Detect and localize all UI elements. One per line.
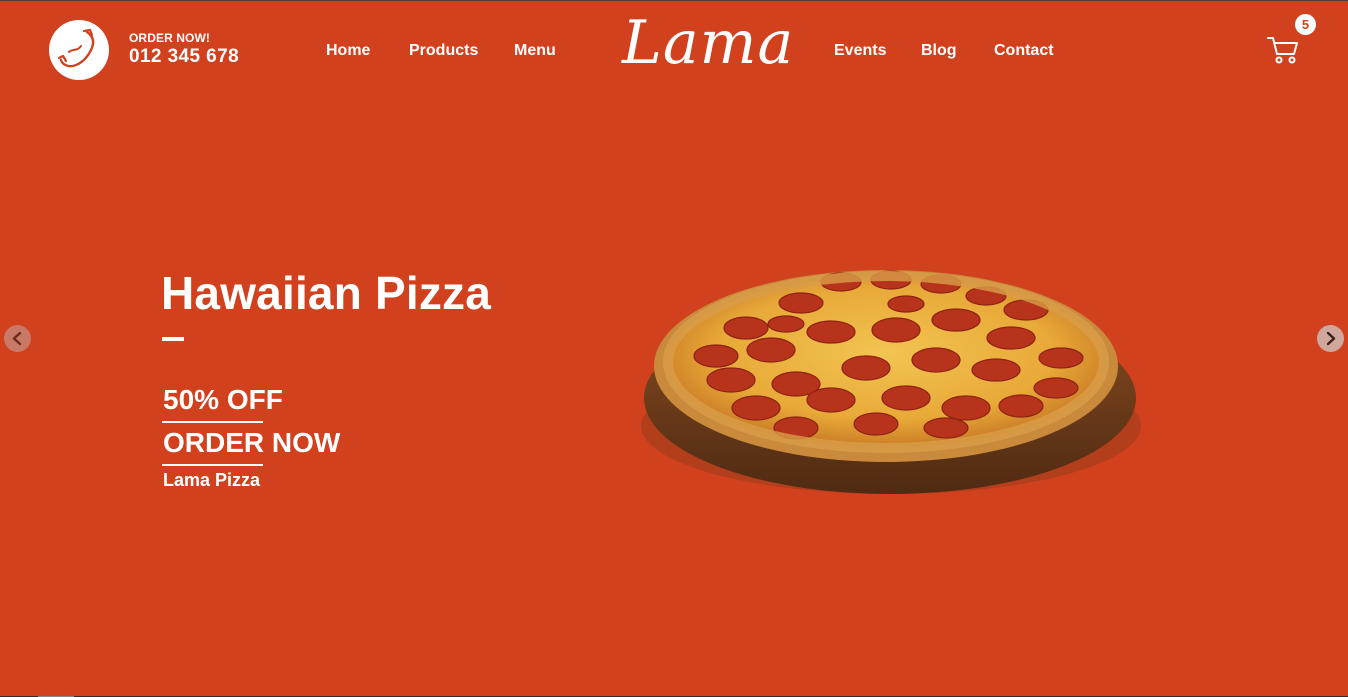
cart-button[interactable] (1266, 34, 1300, 66)
chevron-right-icon (1326, 331, 1336, 346)
logo[interactable]: Lama (620, 6, 793, 86)
offer-underline (162, 421, 263, 423)
nav-events[interactable]: Events (834, 42, 886, 60)
order-now-label: ORDER NOW! (129, 31, 210, 45)
phone-number[interactable]: 012 345 678 (129, 46, 239, 68)
slider-prev-button[interactable] (4, 325, 31, 352)
cart-icon (1267, 37, 1298, 64)
hero-title: Hawaiian Pizza (161, 267, 492, 319)
phone-icon (57, 28, 95, 68)
pizza-image (636, 248, 1146, 504)
top-border (0, 0, 1348, 1)
cart-count-badge: 5 (1295, 14, 1316, 35)
nav-contact[interactable]: Contact (994, 42, 1054, 60)
slider-next-button[interactable] (1317, 325, 1344, 352)
nav-home[interactable]: Home (326, 42, 370, 60)
cta-underline (162, 464, 263, 466)
hero-offer: 50% OFF (163, 384, 283, 415)
chevron-left-icon (12, 331, 22, 346)
nav-blog[interactable]: Blog (921, 42, 957, 60)
nav-menu[interactable]: Menu (514, 42, 556, 60)
phone-button[interactable] (49, 20, 109, 80)
nav-products[interactable]: Products (409, 42, 478, 60)
logo-text: Lama (622, 8, 795, 78)
order-now-link[interactable]: ORDER NOW (163, 427, 340, 459)
hero-subtitle: Lama Pizza (163, 470, 261, 490)
title-divider (162, 337, 184, 341)
